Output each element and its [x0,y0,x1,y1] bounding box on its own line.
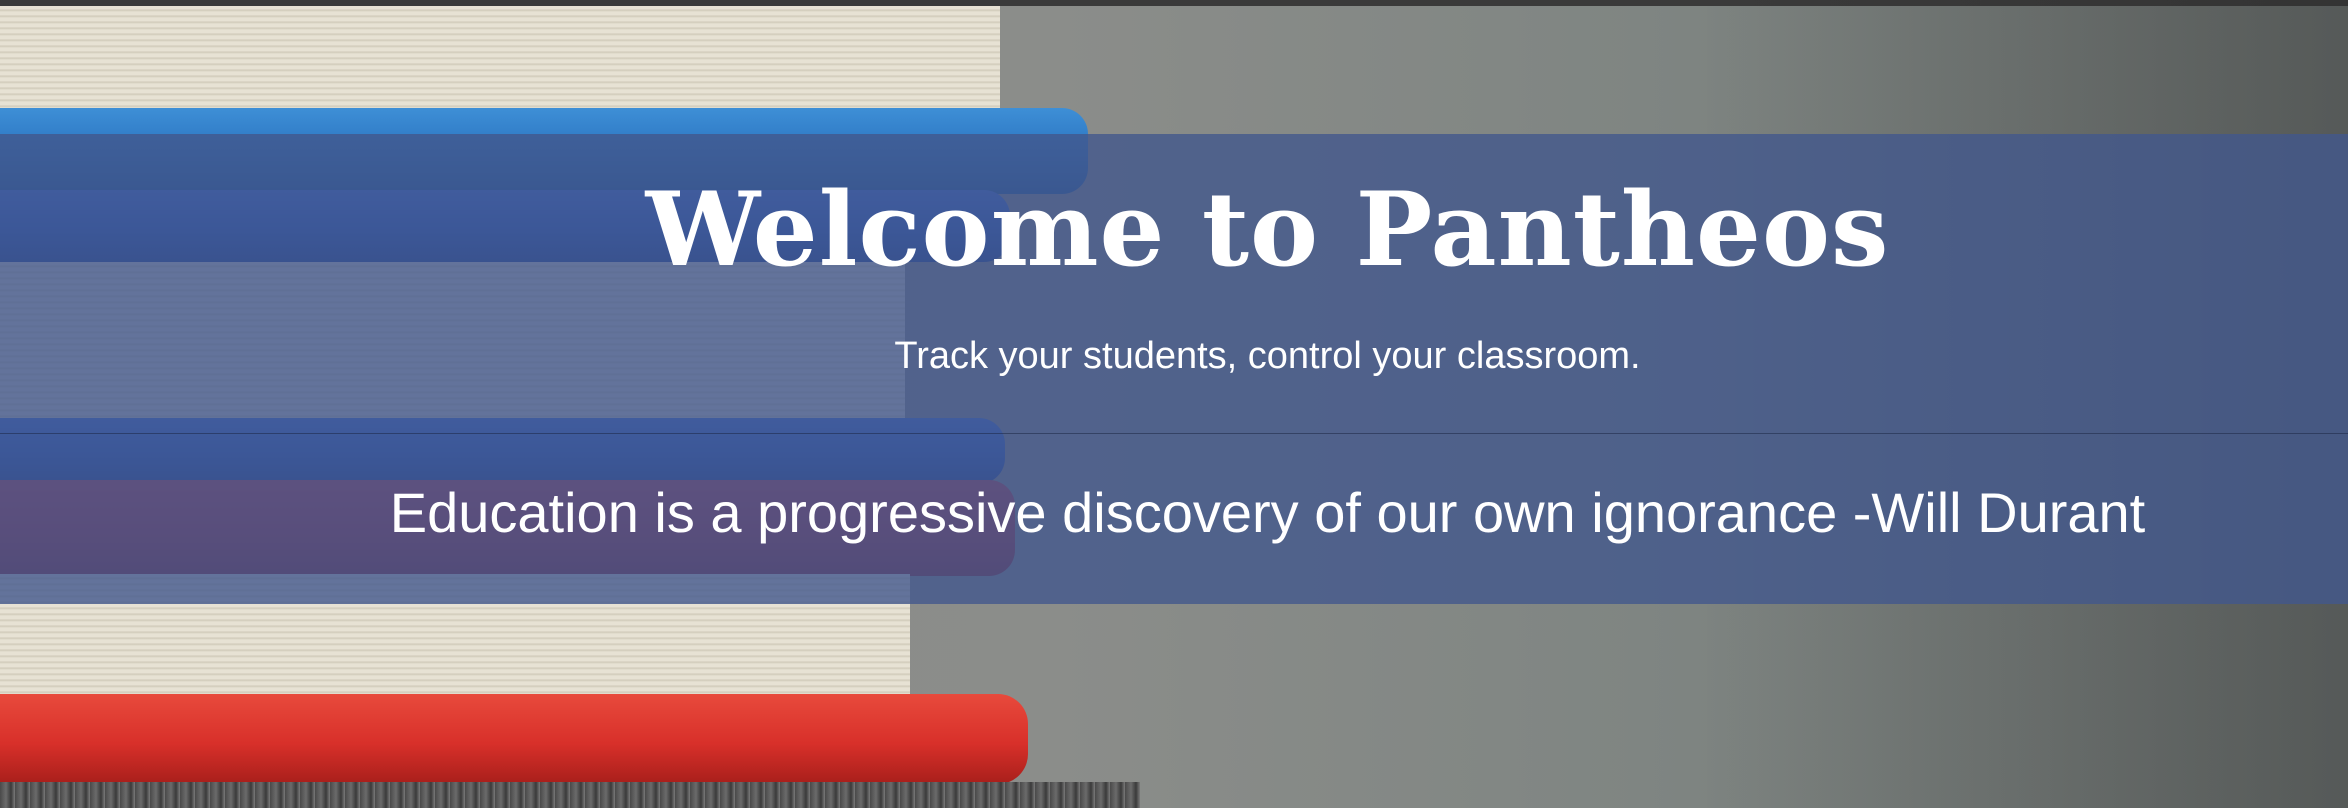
tagline: Track your students, control your classr… [894,335,1641,377]
book-bottom [0,782,1140,808]
book-spine-red [0,694,1028,784]
quote: Education is a progressive discovery of … [389,481,2146,544]
divider [0,433,2348,434]
page-title: Welcome to Pantheos [645,170,1890,290]
hero-banner: Welcome to Pantheos Track your students,… [0,0,2348,808]
